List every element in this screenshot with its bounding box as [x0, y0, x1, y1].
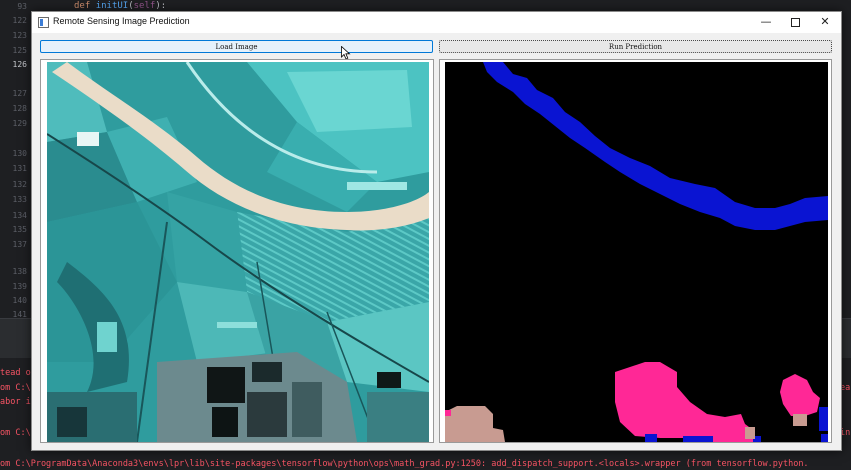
app-icon: [38, 17, 49, 28]
line-number-active: 126: [12, 60, 27, 69]
line-number: 134: [12, 211, 27, 220]
mouse-cursor-icon: [341, 46, 351, 60]
line-number: 122: [12, 16, 27, 25]
line-number: 137: [12, 240, 27, 249]
line-number: 133: [12, 195, 27, 204]
line-number: 130: [12, 149, 27, 158]
line-number: 93: [17, 2, 27, 11]
console-line: abor i: [0, 397, 31, 407]
maximize-icon: [790, 18, 800, 27]
prediction-mask: [445, 62, 828, 442]
console-line: om C:\ProgramData\Anaconda3\envs\lpr\lib…: [0, 459, 809, 469]
console-line: om C:\: [0, 383, 31, 393]
close-button[interactable]: ✕: [810, 12, 840, 33]
line-number: 129: [12, 119, 27, 128]
maximize-button[interactable]: [780, 12, 810, 33]
line-number: 131: [12, 164, 27, 173]
console-line: tead o: [0, 368, 31, 378]
title-bar[interactable]: Remote Sensing Image Prediction — ✕: [32, 12, 841, 33]
code-line-def[interactable]: def initUI(self):: [74, 1, 166, 11]
run-prediction-button[interactable]: Run Prediction: [439, 40, 832, 53]
line-number: 138: [12, 267, 27, 276]
line-number: 135: [12, 225, 27, 234]
prediction-panel: [439, 59, 832, 443]
line-number-gutter: 93 122 123 125 126 127 128 129 130 131 1…: [0, 0, 32, 319]
minimize-button[interactable]: —: [751, 12, 781, 33]
app-window: Remote Sensing Image Prediction — ✕ Load…: [31, 11, 842, 451]
line-number: 128: [12, 104, 27, 113]
line-number: 132: [12, 180, 27, 189]
satellite-image: [47, 62, 429, 442]
function-name: initUI: [95, 1, 129, 11]
line-number: 139: [12, 282, 27, 291]
input-image-panel: [40, 59, 434, 443]
load-image-button[interactable]: Load Image: [40, 40, 433, 53]
line-number: 140: [12, 296, 27, 305]
console-line: om C:\: [0, 428, 31, 438]
line-number: 127: [12, 89, 27, 98]
line-number: 123: [12, 31, 27, 40]
window-title: Remote Sensing Image Prediction: [53, 16, 190, 26]
line-number: 125: [12, 46, 27, 55]
keyword: def: [74, 1, 91, 11]
self-keyword: self: [133, 1, 156, 11]
code-rest: ):: [155, 1, 167, 11]
